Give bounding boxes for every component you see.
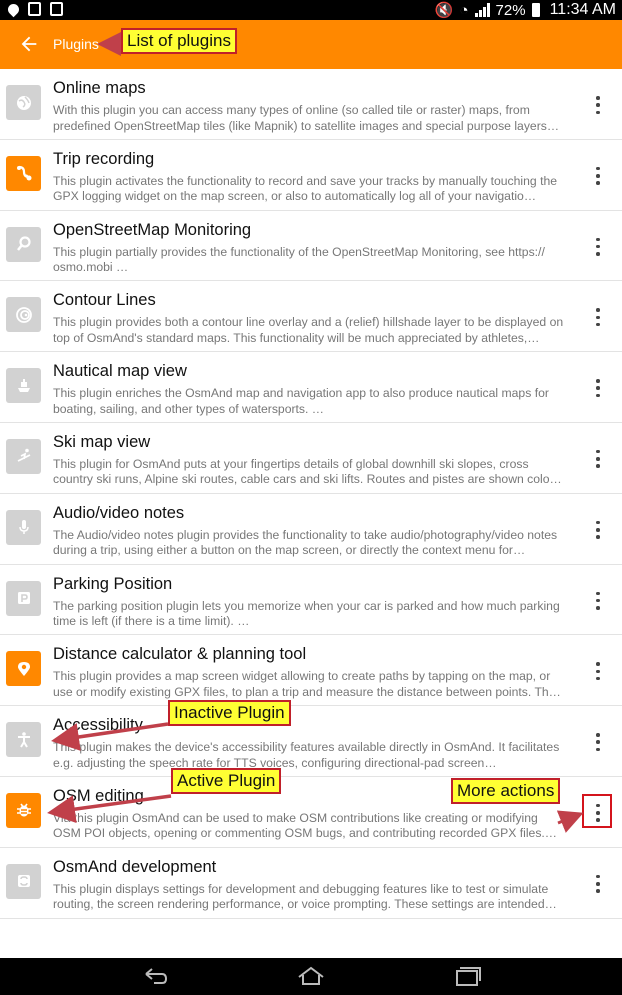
plugin-row[interactable]: OsmAnd development This plugin displays s…: [0, 848, 622, 919]
location-pin-icon: [17, 661, 30, 676]
plugin-icon-box[interactable]: [6, 792, 41, 828]
parking-icon: [17, 592, 30, 605]
plugin-description: This plugin provides a map screen widget…: [53, 669, 561, 699]
more-actions-icon[interactable]: [592, 308, 604, 327]
plugin-description: The parking position plugin lets you mem…: [53, 598, 560, 629]
plugin-description: This plugin for OsmAnd puts at your fing…: [53, 456, 562, 487]
plugin-description: With this plugin you can access many typ…: [53, 103, 560, 133]
plugin-description: This plugin makes the device's accessibi…: [53, 740, 560, 770]
more-actions-icon[interactable]: [592, 591, 604, 610]
battery-icon: [531, 3, 540, 17]
status-bar: 🔇 ◔ 72% 11:34 AM: [0, 0, 622, 20]
mute-icon: 🔇: [434, 2, 454, 19]
plugin-row[interactable]: Audio/video notes The Audio/video notes p…: [0, 494, 622, 565]
monitoring-icon: [16, 236, 31, 251]
plugin-title: Online maps: [53, 79, 146, 97]
plugin-title: Distance calculator & planning tool: [53, 645, 307, 664]
signal-icon: [474, 3, 490, 17]
more-actions-icon[interactable]: [592, 733, 604, 752]
more-actions-highlight: [582, 794, 612, 828]
more-actions-icon[interactable]: [592, 166, 604, 185]
plugin-title: Audio/video notes: [53, 503, 185, 522]
more-actions-icon[interactable]: [592, 520, 604, 539]
battery-percent: 72%: [495, 1, 526, 19]
plugin-title: Parking Position: [53, 574, 173, 593]
plugin-title: Nautical map view: [53, 362, 187, 381]
plugin-title: Accessibility: [53, 716, 143, 735]
plugin-icon-box[interactable]: [6, 580, 41, 616]
plugin-row[interactable]: Trip recording This plugin activates the …: [0, 140, 622, 211]
plugin-row[interactable]: Parking Position The parking position plu…: [0, 565, 622, 636]
plugin-description: This plugin activates the functionality …: [53, 173, 558, 204]
more-actions-icon[interactable]: [592, 662, 604, 681]
plugin-icon-box[interactable]: [6, 509, 41, 545]
callout-active-plugin: Active Plugin: [171, 768, 282, 794]
plugin-icon-box[interactable]: [6, 722, 41, 758]
plugin-icon-box[interactable]: [6, 863, 41, 899]
globe-icon: [16, 95, 31, 110]
callout-more-actions: More actions: [451, 778, 561, 804]
plugin-icon-box[interactable]: [6, 651, 41, 687]
plugin-row[interactable]: Distance calculator & planning tool This …: [0, 635, 622, 707]
skier-icon: [17, 449, 30, 463]
plugin-description: This plugin displays settings for develo…: [53, 881, 557, 912]
plugin-icon-box[interactable]: [6, 226, 41, 262]
bug-icon: [16, 803, 31, 817]
callout-list-of-plugins: List of plugins: [121, 28, 237, 54]
recent-apps-icon[interactable]: [452, 964, 482, 988]
callout-inactive-plugin: Inactive Plugin: [168, 700, 291, 726]
more-actions-icon[interactable]: [592, 874, 604, 893]
trip-recording-icon: [16, 166, 31, 181]
plugin-row[interactable]: OpenStreetMap Monitoring This plugin part…: [0, 211, 622, 282]
more-actions-icon[interactable]: [592, 237, 604, 256]
plugin-title: Ski map view: [53, 432, 151, 451]
plugin-title: OsmAnd development: [53, 857, 217, 876]
plugin-description: The Audio/video notes plugin provides th…: [53, 527, 558, 558]
more-actions-icon[interactable]: [592, 449, 604, 468]
accessibility-icon: [17, 731, 30, 748]
clock: 11:34 AM: [549, 1, 616, 18]
plugin-row[interactable]: Contour Lines This plugin provides both a…: [0, 281, 622, 353]
location-icon: [5, 1, 22, 17]
plugin-title: OpenStreetMap Monitoring: [53, 220, 252, 239]
contour-icon: [15, 306, 32, 323]
plugin-row[interactable]: Online maps With this plugin you can acce…: [0, 69, 622, 140]
plugin-description: This plugin enriches the OsmAnd map and …: [53, 386, 549, 416]
home-nav-icon[interactable]: [296, 964, 326, 988]
plugin-icon-box[interactable]: [6, 155, 41, 191]
plugin-title: OSM editing: [53, 786, 144, 805]
ship-icon: [17, 378, 30, 392]
wifi-icon: ◔: [459, 1, 469, 19]
plugin-row[interactable]: Nautical map view This plugin enriches th…: [0, 352, 622, 423]
spreadsheet-icon: [50, 2, 63, 16]
plugin-title: Trip recording: [53, 149, 155, 168]
more-actions-icon[interactable]: [592, 379, 604, 398]
system-nav-bar: [0, 958, 622, 995]
plugin-title: Contour Lines: [53, 291, 156, 310]
image-icon: [28, 2, 41, 16]
development-icon: [17, 875, 30, 888]
plugin-icon-box[interactable]: [6, 297, 41, 333]
plugin-icon-box[interactable]: [6, 438, 41, 474]
microphone-icon: [18, 520, 29, 535]
plugin-description: This plugin provides both a contour line…: [53, 315, 564, 345]
plugin-row[interactable]: Ski map view This plugin for OsmAnd puts …: [0, 423, 622, 494]
more-actions-icon[interactable]: [592, 96, 604, 114]
back-arrow-icon[interactable]: [18, 33, 40, 55]
plugin-row[interactable]: Accessibility This plugin makes the devic…: [0, 706, 622, 777]
plugin-icon-box[interactable]: [6, 85, 41, 120]
plugin-icon-box[interactable]: [6, 368, 41, 404]
app-toolbar: Plugins: [0, 20, 622, 69]
plugin-description: This plugin partially provides the funct…: [53, 244, 545, 275]
page-title: Plugins: [53, 36, 99, 52]
plugin-description: Via this plugin OsmAnd can be used to ma…: [53, 810, 557, 841]
back-nav-icon[interactable]: [140, 964, 170, 988]
